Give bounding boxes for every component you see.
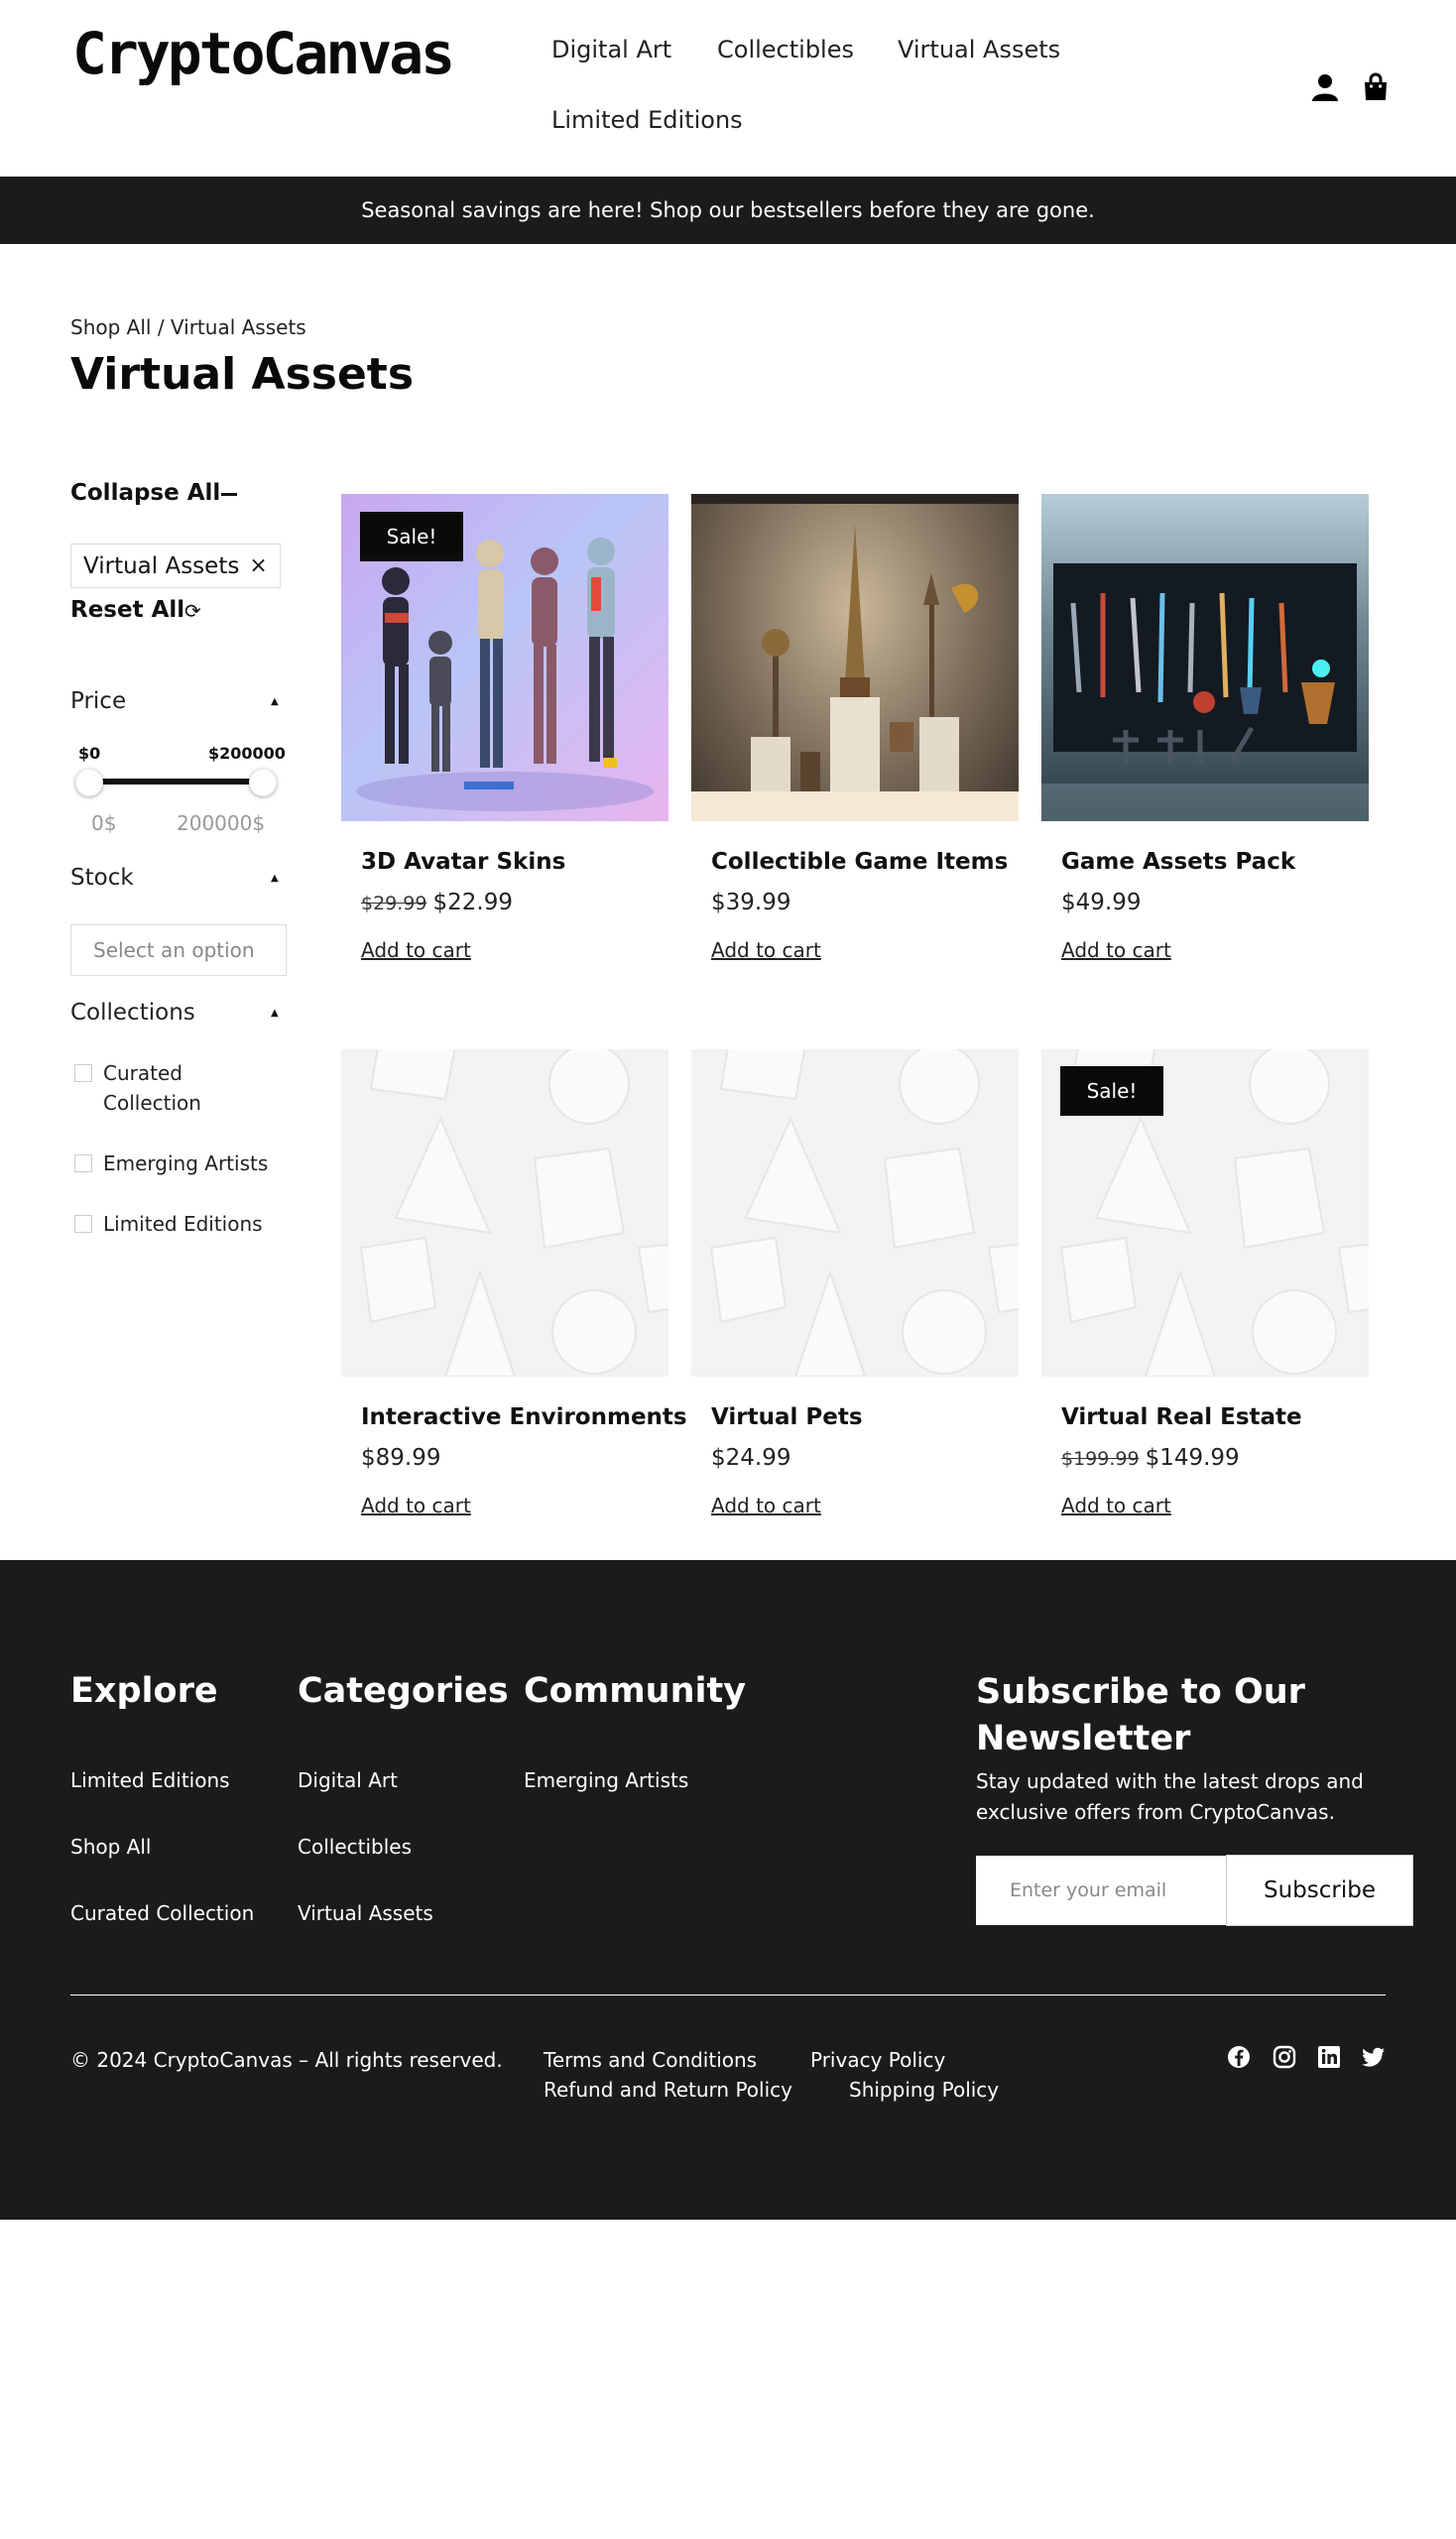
add-to-cart-link[interactable]: Add to cart bbox=[711, 938, 821, 962]
footer-explore-heading: Explore bbox=[70, 1671, 218, 1711]
product-image-placeholder[interactable] bbox=[341, 1049, 668, 1377]
refresh-icon[interactable]: ⟳ bbox=[184, 599, 201, 623]
product-price: $24.99 bbox=[711, 1445, 790, 1471]
nav-collectibles[interactable]: Collectibles bbox=[717, 36, 854, 63]
facebook-icon[interactable] bbox=[1226, 2044, 1252, 2070]
newsletter-heading: Subscribe to Our Newsletter bbox=[976, 1672, 1305, 1758]
twitter-icon[interactable] bbox=[1361, 2044, 1387, 2070]
footer-legal-link[interactable]: Refund and Return Policy bbox=[544, 2078, 792, 2102]
checkbox-label[interactable]: Emerging Artists bbox=[103, 1149, 268, 1178]
product-price: $39.99 bbox=[711, 890, 790, 915]
active-filter-label: Virtual Assets bbox=[83, 552, 240, 579]
collections-facet-toggle[interactable]: Collections bbox=[70, 1000, 195, 1026]
stock-select[interactable]: Select an option bbox=[70, 924, 287, 976]
product-price: $89.99 bbox=[361, 1445, 440, 1471]
subscribe-button[interactable]: Subscribe bbox=[1226, 1855, 1413, 1926]
collapse-all-button[interactable]: Collapse All bbox=[70, 480, 220, 506]
price-slider-min-handle[interactable] bbox=[75, 769, 103, 796]
newsletter-email-input[interactable] bbox=[976, 1856, 1226, 1925]
stock-facet-toggle[interactable]: Stock bbox=[70, 865, 134, 891]
chevron-up-icon[interactable]: ▲ bbox=[271, 696, 279, 707]
shopping-bag-icon[interactable] bbox=[1360, 71, 1392, 103]
page-title: Virtual Assets bbox=[70, 349, 415, 400]
nav-limited-editions[interactable]: Limited Editions bbox=[551, 106, 743, 134]
nav-digital-art[interactable]: Digital Art bbox=[551, 36, 671, 63]
reset-all-button[interactable]: Reset All bbox=[70, 597, 184, 623]
add-to-cart-link[interactable]: Add to cart bbox=[1061, 938, 1171, 962]
checkbox-emerging-artists[interactable] bbox=[74, 1154, 92, 1172]
sale-price: $22.99 bbox=[432, 890, 513, 915]
newsletter-description: Stay updated with the latest drops and e… bbox=[976, 1769, 1364, 1824]
footer-link[interactable]: Shop All bbox=[70, 1835, 151, 1859]
product-name[interactable]: Virtual Real Estate bbox=[1061, 1404, 1302, 1430]
price-value: $24.99 bbox=[711, 1445, 791, 1471]
breadcrumb[interactable]: Shop All / Virtual Assets bbox=[70, 315, 306, 339]
checkbox-label[interactable]: Limited Editions bbox=[103, 1209, 263, 1239]
price-facet-toggle[interactable]: Price bbox=[70, 688, 126, 714]
product-image[interactable] bbox=[691, 494, 1019, 821]
add-to-cart-link[interactable]: Add to cart bbox=[361, 938, 471, 962]
copyright-text: © 2024 CryptoCanvas – All rights reserve… bbox=[70, 2048, 503, 2072]
footer-link[interactable]: Limited Editions bbox=[70, 1768, 230, 1792]
footer-link[interactable]: Collectibles bbox=[298, 1835, 412, 1859]
add-to-cart-link[interactable]: Add to cart bbox=[1061, 1494, 1171, 1517]
minus-icon[interactable] bbox=[221, 493, 237, 496]
sale-badge: Sale! bbox=[1060, 1066, 1163, 1116]
chevron-up-icon[interactable]: ▲ bbox=[271, 873, 279, 884]
chevron-up-icon[interactable]: ▲ bbox=[271, 1008, 279, 1019]
footer-legal-link[interactable]: Shipping Policy bbox=[849, 2078, 999, 2102]
product-image-placeholder[interactable] bbox=[691, 1049, 1019, 1377]
sale-badge: Sale! bbox=[360, 512, 463, 561]
checkbox-curated-collection[interactable] bbox=[74, 1064, 92, 1082]
footer-community-heading: Community bbox=[524, 1671, 747, 1711]
product-name[interactable]: Collectible Game Items bbox=[711, 849, 1008, 875]
product-name[interactable]: Game Assets Pack bbox=[1061, 849, 1295, 875]
checkbox-limited-editions[interactable] bbox=[74, 1215, 92, 1233]
user-icon[interactable] bbox=[1309, 71, 1341, 103]
footer-legal-link[interactable]: Privacy Policy bbox=[810, 2048, 945, 2072]
footer-legal-link[interactable]: Terms and Conditions bbox=[544, 2048, 757, 2072]
original-price: $29.99 bbox=[361, 893, 427, 914]
price-slider-max-handle[interactable] bbox=[249, 769, 277, 796]
site-footer: Explore Limited Editions Shop All Curate… bbox=[0, 1560, 1456, 2220]
checkbox-label[interactable]: Curated Collection bbox=[103, 1058, 252, 1118]
promo-banner: Seasonal savings are here! Shop our best… bbox=[0, 177, 1456, 244]
add-to-cart-link[interactable]: Add to cart bbox=[361, 1494, 471, 1517]
site-logo[interactable]: CryptoCanvas bbox=[72, 20, 455, 87]
product-name[interactable]: Interactive Environments bbox=[361, 1404, 687, 1430]
product-name[interactable]: 3D Avatar Skins bbox=[361, 849, 565, 875]
product-name[interactable]: Virtual Pets bbox=[711, 1404, 863, 1430]
footer-link[interactable]: Digital Art bbox=[298, 1768, 398, 1792]
footer-link[interactable]: Curated Collection bbox=[70, 1901, 254, 1925]
product-price: $49.99 bbox=[1061, 890, 1141, 915]
footer-link[interactable]: Virtual Assets bbox=[298, 1901, 433, 1925]
linkedin-icon[interactable] bbox=[1316, 2044, 1342, 2070]
product-price: $29.99 $22.99 bbox=[361, 890, 513, 915]
price-value: $89.99 bbox=[361, 1445, 441, 1471]
nav-virtual-assets[interactable]: Virtual Assets bbox=[898, 36, 1060, 63]
product-image[interactable] bbox=[1041, 494, 1369, 821]
price-max-input[interactable]: 200000$ bbox=[177, 811, 265, 835]
close-icon[interactable]: × bbox=[249, 553, 267, 578]
instagram-icon[interactable] bbox=[1272, 2044, 1297, 2070]
price-value: $39.99 bbox=[711, 890, 791, 915]
price-slider-track[interactable] bbox=[89, 779, 263, 785]
price-min-input[interactable]: 0$ bbox=[91, 811, 116, 835]
site-header: CryptoCanvas Digital Art Collectibles Vi… bbox=[0, 0, 1456, 177]
price-value: $49.99 bbox=[1061, 890, 1142, 915]
price-min-label: $0 bbox=[78, 744, 101, 763]
product-price: $199.99 $149.99 bbox=[1061, 1445, 1240, 1471]
sale-price: $149.99 bbox=[1145, 1445, 1240, 1471]
footer-categories-heading: Categories bbox=[298, 1671, 509, 1711]
original-price: $199.99 bbox=[1061, 1448, 1140, 1470]
price-max-label: $200000 bbox=[208, 744, 286, 763]
add-to-cart-link[interactable]: Add to cart bbox=[711, 1494, 821, 1517]
active-filter-chip[interactable]: Virtual Assets × bbox=[70, 544, 281, 588]
footer-link[interactable]: Emerging Artists bbox=[524, 1768, 688, 1792]
